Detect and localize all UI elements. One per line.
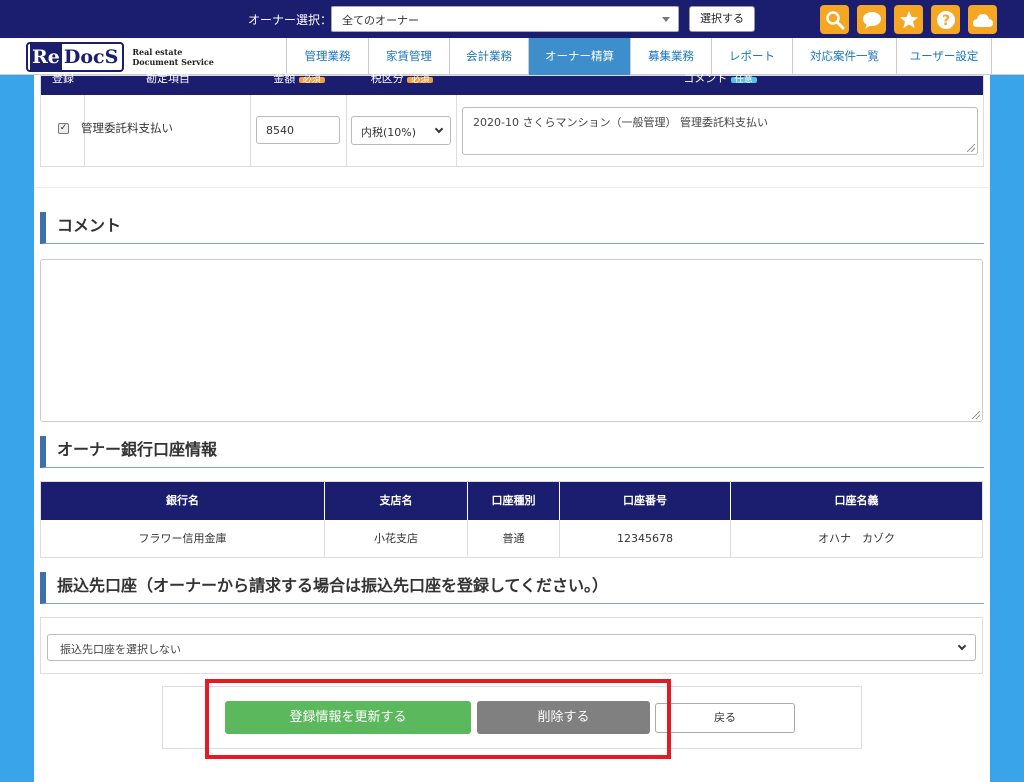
required-badge: 必須 <box>298 76 325 85</box>
highlight-box <box>205 679 671 759</box>
logo-sub-line2: Document Service <box>132 56 214 67</box>
optional-badge: 任意 <box>730 76 757 85</box>
star-icon[interactable] <box>894 5 923 34</box>
owner-select-label: オーナー選択： <box>248 13 333 27</box>
col-comment-label: コメント <box>683 72 728 85</box>
bank-col-bank-name: 銀行名 <box>41 482 325 520</box>
logo-re: Re <box>30 43 62 70</box>
logo-subtitle: Real estate Document Service <box>132 47 214 67</box>
resize-handle[interactable] <box>967 144 975 152</box>
logo-mark: Re DocS <box>26 41 125 72</box>
main-panel <box>34 75 990 782</box>
nav-item-user-settings[interactable]: ユーザー設定 <box>896 38 992 75</box>
bank-col-type: 口座種別 <box>468 482 560 520</box>
top-bar: オーナー選択： 全てのオーナー 選択する ? <box>0 0 1024 38</box>
caret-down-icon <box>662 17 670 22</box>
nav-item-recruitment[interactable]: 募集業務 <box>630 38 711 75</box>
nav-item-accounting[interactable]: 会計業務 <box>449 38 528 75</box>
nav-item-cases[interactable]: 対応案件一覧 <box>792 38 896 75</box>
item-table-header: 登録 勘定項目 金額 必須 税区分 必須 コメント 任意 <box>41 72 983 95</box>
owner-select[interactable]: 全てのオーナー <box>331 6 679 32</box>
bank-name-value: フラワー信用金庫 <box>41 520 325 558</box>
col-account-item: 勘定項目 <box>146 72 190 85</box>
bank-col-number: 口座番号 <box>560 482 731 520</box>
bank-col-branch: 支店名 <box>325 482 468 520</box>
transfer-section-title: 振込先口座（オーナーから請求する場合は振込先口座を登録してください。） <box>40 572 984 604</box>
logo-sub-line1: Real estate <box>132 46 183 57</box>
amount-input[interactable]: 8540 <box>256 116 340 144</box>
tax-select-value: 内税(10%) <box>361 126 417 139</box>
back-button[interactable]: 戻る <box>655 703 795 733</box>
col-comment: コメント 任意 <box>457 73 983 95</box>
chat-icon[interactable] <box>857 5 886 34</box>
bank-holder-value: オハナ カゾク <box>818 532 895 545</box>
bank-table: 銀行名 支店名 口座種別 口座番号 口座名義 フラワー信用金庫 小花支店 普通 … <box>40 481 983 558</box>
tax-select[interactable]: 内税(10%) <box>351 116 451 145</box>
resize-handle[interactable] <box>972 411 980 419</box>
bank-branch-value: 小花支店 <box>325 520 468 558</box>
comment-textarea[interactable] <box>40 259 983 422</box>
divider <box>34 187 990 188</box>
nav-item-management[interactable]: 管理業務 <box>286 38 368 75</box>
col-amount-label: 金額 <box>273 72 296 85</box>
col-amount: 金額 必須 <box>251 73 347 95</box>
nav-item-rent[interactable]: 家賃管理 <box>368 38 449 75</box>
col-register: 登録 <box>52 72 74 85</box>
search-icon[interactable] <box>820 5 849 34</box>
item-comment-value: 2020-10 さくらマンション（一般管理） 管理委託料支払い <box>473 116 768 129</box>
svg-text:?: ? <box>941 13 949 29</box>
bank-number-value: 12345678 <box>560 520 731 558</box>
bank-type-value: 普通 <box>468 520 560 558</box>
logo-docs: DocS <box>63 45 119 68</box>
chevron-down-icon <box>957 641 967 651</box>
bank-section-title: オーナー銀行口座情報 <box>40 436 984 468</box>
nav-item-report[interactable]: レポート <box>711 38 792 75</box>
transfer-select-value: 振込先口座を選択しない <box>60 643 181 656</box>
main-nav: 管理業務 家賃管理 会計業務 オーナー精算 募集業務 レポート 対応案件一覧 ユ… <box>286 38 992 75</box>
account-item-value: 管理委託料支払い <box>81 121 173 135</box>
select-owner-button[interactable]: 選択する <box>689 6 755 32</box>
col-tax-label: 税区分 <box>370 72 404 85</box>
col-tax: 税区分 必須 <box>347 73 457 95</box>
nav-item-owner-settlement[interactable]: オーナー精算 <box>528 38 630 75</box>
chevron-down-icon <box>434 124 444 134</box>
owner-select-value: 全てのオーナー <box>342 14 419 27</box>
item-comment-textarea[interactable]: 2020-10 さくらマンション（一般管理） 管理委託料支払い <box>462 107 978 155</box>
bank-col-holder: 口座名義 <box>731 482 982 520</box>
header: Re DocS Real estate Document Service 管理業… <box>0 38 1024 75</box>
transfer-account-select[interactable]: 振込先口座を選択しない <box>47 634 976 661</box>
cloud-icon[interactable] <box>968 5 997 34</box>
required-badge: 必須 <box>407 76 434 85</box>
logo[interactable]: Re DocS Real estate Document Service <box>26 41 214 72</box>
comment-section-title: コメント <box>40 212 984 244</box>
help-icon[interactable]: ? <box>931 5 960 34</box>
